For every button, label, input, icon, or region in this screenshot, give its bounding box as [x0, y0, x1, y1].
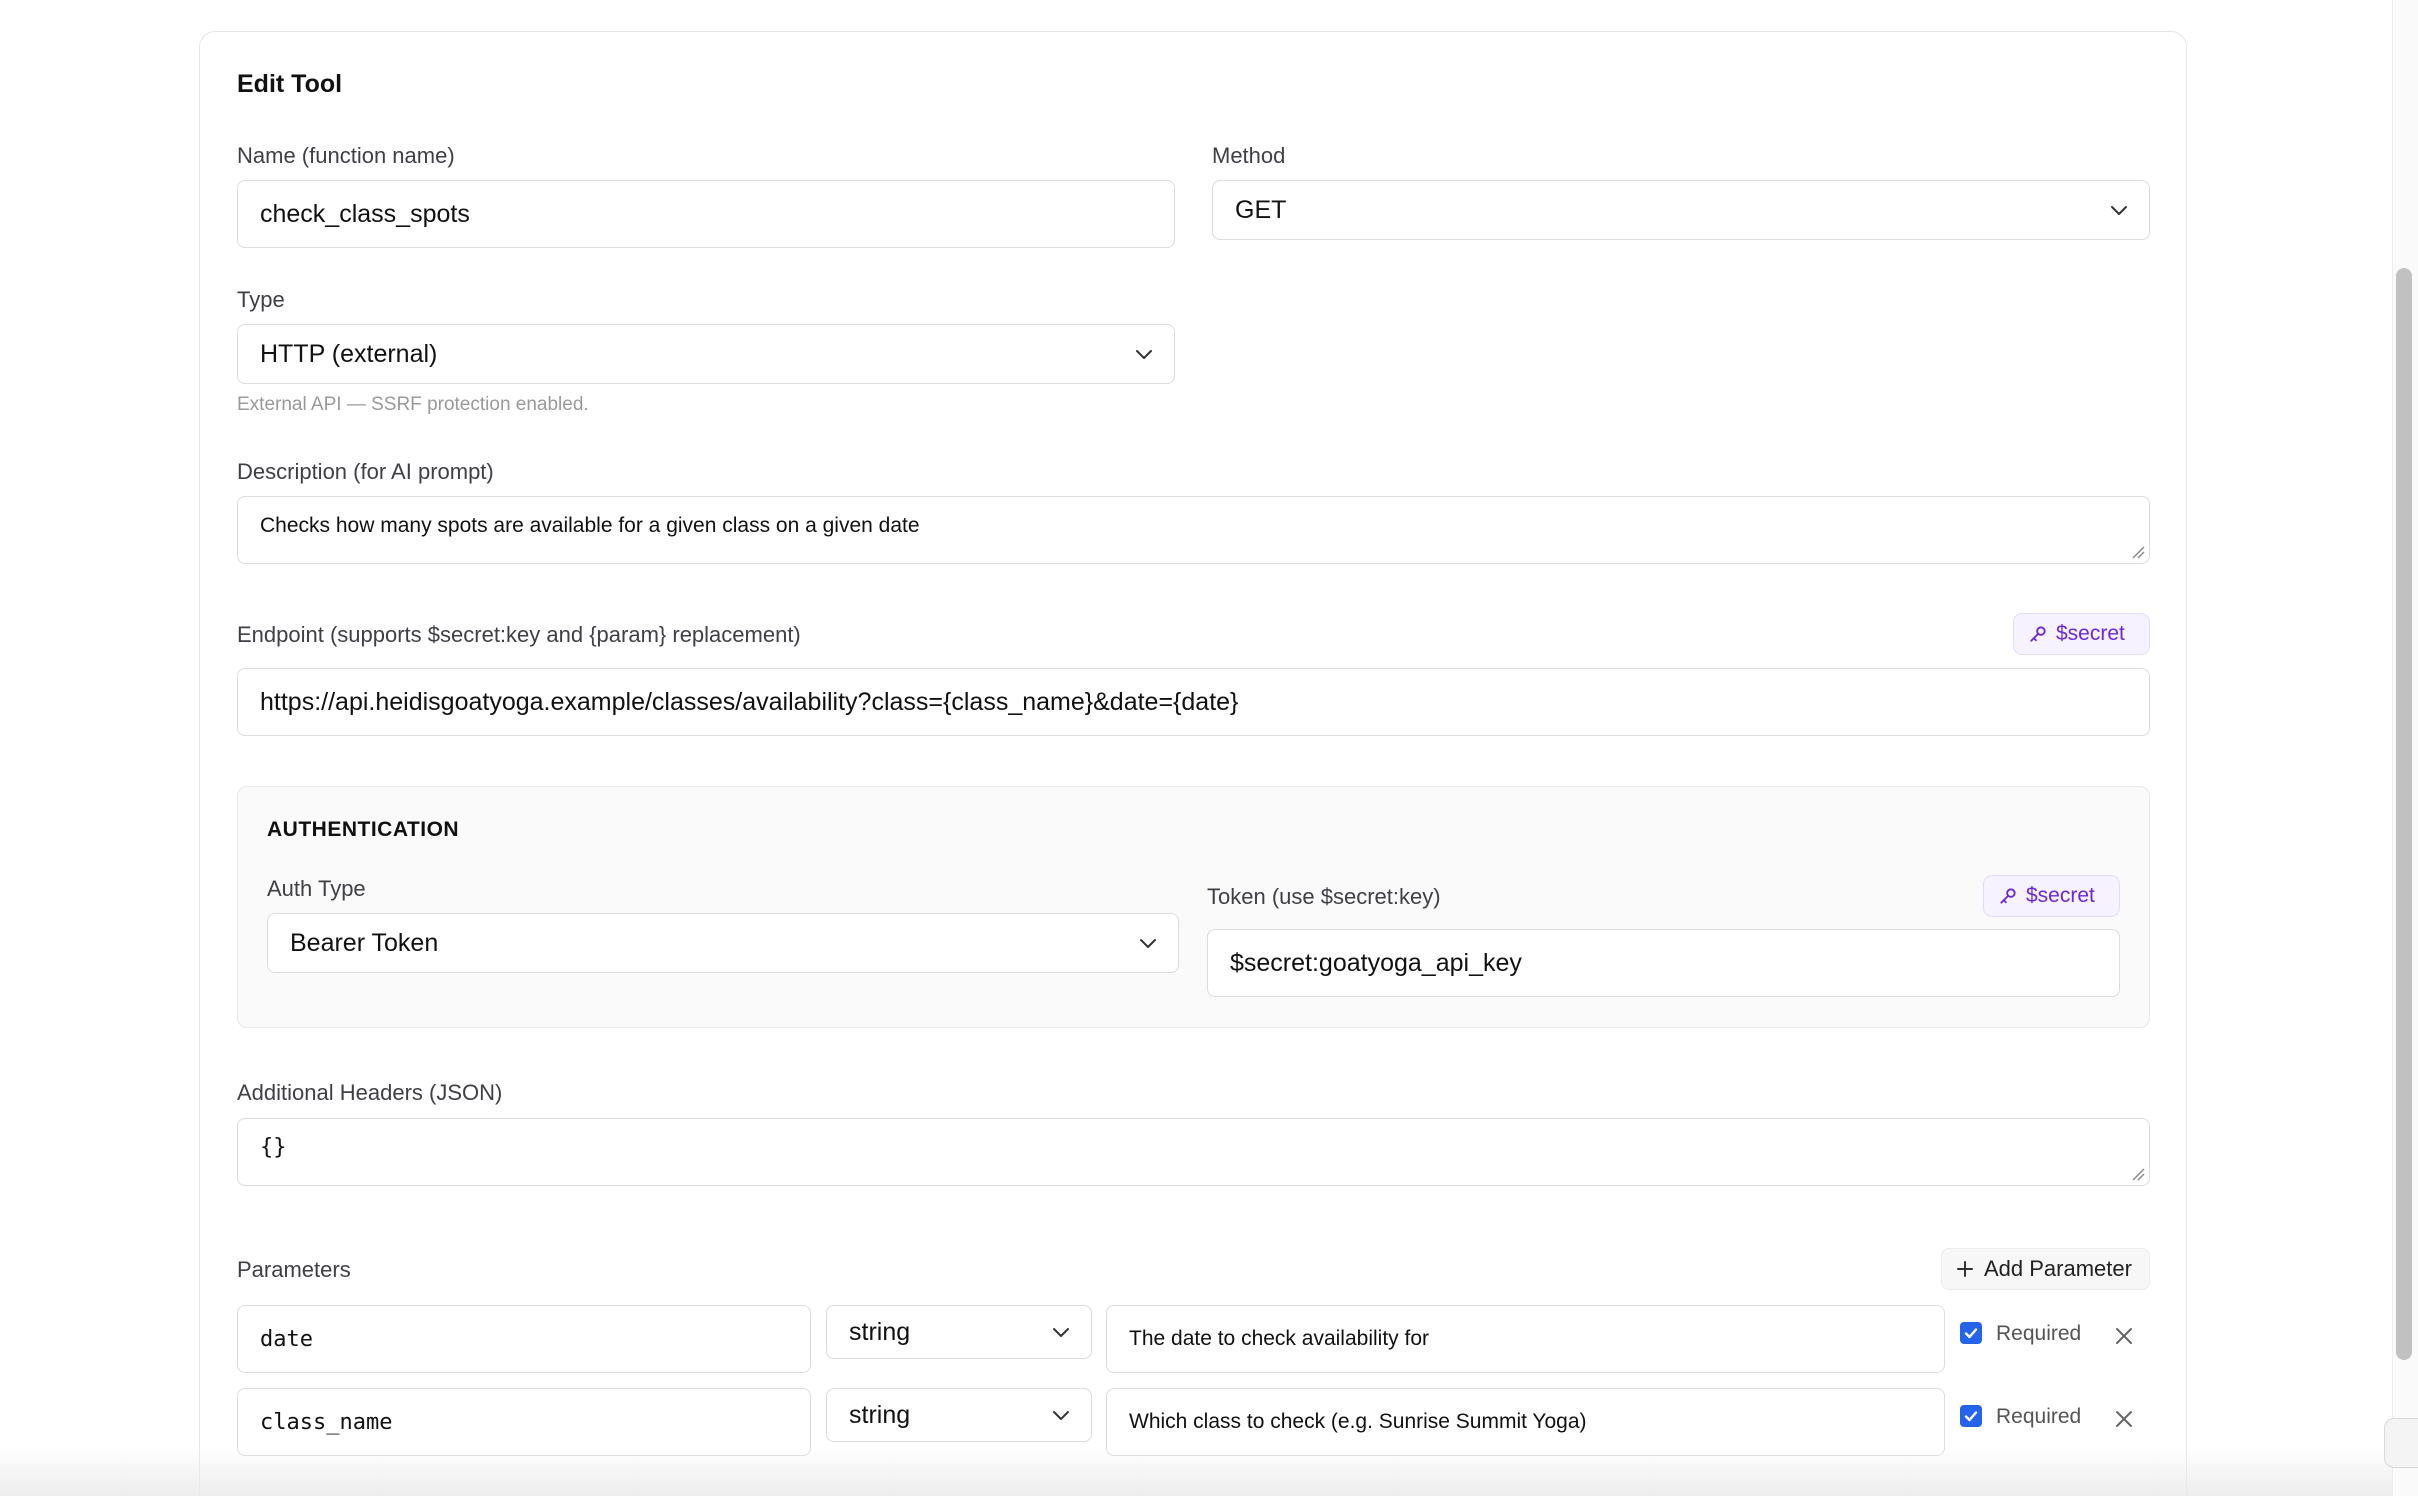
- description-label: Description (for AI prompt): [237, 459, 494, 484]
- endpoint-secret-label: $secret: [2056, 622, 2125, 645]
- param-required-checkbox[interactable]: [1960, 1322, 1982, 1344]
- edit-tool-card: [199, 31, 2187, 1496]
- token-input[interactable]: $secret:goatyoga_api_key: [1207, 929, 2120, 997]
- close-icon[interactable]: [2112, 1324, 2136, 1348]
- plus-icon: [1957, 1261, 1973, 1277]
- function-name-value: check_class_spots: [260, 199, 470, 228]
- param-type-value: string: [849, 1317, 911, 1346]
- param-name-input[interactable]: date: [237, 1305, 811, 1373]
- auth-type-select[interactable]: Bearer Token: [267, 913, 1179, 973]
- endpoint-input[interactable]: https://api.heidisgoatyoga.example/class…: [237, 668, 2150, 736]
- auth-type-label: Auth Type: [267, 876, 366, 901]
- method-label: Method: [1212, 143, 1286, 168]
- param-required-label: Required: [1996, 1322, 2082, 1345]
- endpoint-secret-button[interactable]: $secret: [2013, 613, 2150, 655]
- bottom-fade: [0, 1448, 2392, 1496]
- endpoint-value: https://api.heidisgoatyoga.example/class…: [260, 687, 1239, 716]
- param-description-value: Which class to check (e.g. Sunrise Summi…: [1129, 1410, 1587, 1433]
- check-icon: [1964, 1328, 1978, 1339]
- resize-handle-icon[interactable]: [2131, 545, 2145, 559]
- check-icon: [1964, 1411, 1978, 1422]
- endpoint-label: Endpoint (supports $secret:key and {para…: [237, 622, 801, 647]
- card-title: Edit Tool: [237, 70, 343, 98]
- type-label: Type: [237, 287, 285, 312]
- name-label: Name (function name): [237, 143, 455, 168]
- close-icon[interactable]: [2112, 1407, 2136, 1431]
- function-name-input[interactable]: check_class_spots: [237, 180, 1175, 248]
- headers-value: {}: [260, 1135, 287, 1160]
- headers-textarea[interactable]: {}: [237, 1118, 2150, 1186]
- authentication-title: AUTHENTICATION: [267, 818, 460, 841]
- param-required-label: Required: [1996, 1405, 2082, 1428]
- chevron-down-icon: [1053, 1328, 1069, 1337]
- param-required-checkbox[interactable]: [1960, 1405, 1982, 1427]
- param-name-value: date: [260, 1326, 313, 1352]
- chevron-down-icon: [1136, 350, 1152, 359]
- token-label: Token (use $secret:key): [1207, 884, 1441, 909]
- scrollbar-thumb[interactable]: [2396, 268, 2412, 1360]
- param-description-input[interactable]: Which class to check (e.g. Sunrise Summi…: [1106, 1388, 1945, 1456]
- auth-type-value: Bearer Token: [290, 928, 439, 957]
- type-hint: External API — SSRF protection enabled.: [237, 394, 589, 415]
- description-textarea[interactable]: Checks how many spots are available for …: [237, 496, 2150, 564]
- add-parameter-label: Add Parameter: [1984, 1256, 2132, 1281]
- description-value: Checks how many spots are available for …: [260, 514, 920, 537]
- floating-widget-tab[interactable]: [2384, 1418, 2418, 1468]
- chevron-down-icon: [1053, 1411, 1069, 1420]
- type-select[interactable]: HTTP (external): [237, 324, 1175, 384]
- param-name-value: class_name: [260, 1409, 393, 1435]
- parameters-label: Parameters: [237, 1257, 351, 1282]
- method-value: GET: [1235, 195, 1287, 224]
- headers-label: Additional Headers (JSON): [237, 1080, 503, 1105]
- param-type-select[interactable]: string: [826, 1388, 1092, 1442]
- param-description-value: The date to check availability for: [1129, 1327, 1429, 1350]
- token-secret-label: $secret: [2026, 884, 2095, 907]
- key-icon: [2000, 888, 2016, 904]
- param-type-value: string: [849, 1400, 911, 1429]
- token-value: $secret:goatyoga_api_key: [1230, 948, 1522, 977]
- param-type-select[interactable]: string: [826, 1305, 1092, 1359]
- method-select[interactable]: GET: [1212, 180, 2150, 240]
- chevron-down-icon: [2111, 206, 2127, 215]
- param-name-input[interactable]: class_name: [237, 1388, 811, 1456]
- viewport: Edit Tool Name (function name) check_cla…: [0, 0, 2418, 1496]
- key-icon: [2030, 626, 2046, 642]
- chevron-down-icon: [1140, 939, 1156, 948]
- type-value: HTTP (external): [260, 339, 438, 368]
- param-description-input[interactable]: The date to check availability for: [1106, 1305, 1945, 1373]
- add-parameter-button[interactable]: Add Parameter: [1941, 1248, 2150, 1290]
- resize-handle-icon[interactable]: [2131, 1167, 2145, 1181]
- token-secret-button[interactable]: $secret: [1983, 875, 2120, 917]
